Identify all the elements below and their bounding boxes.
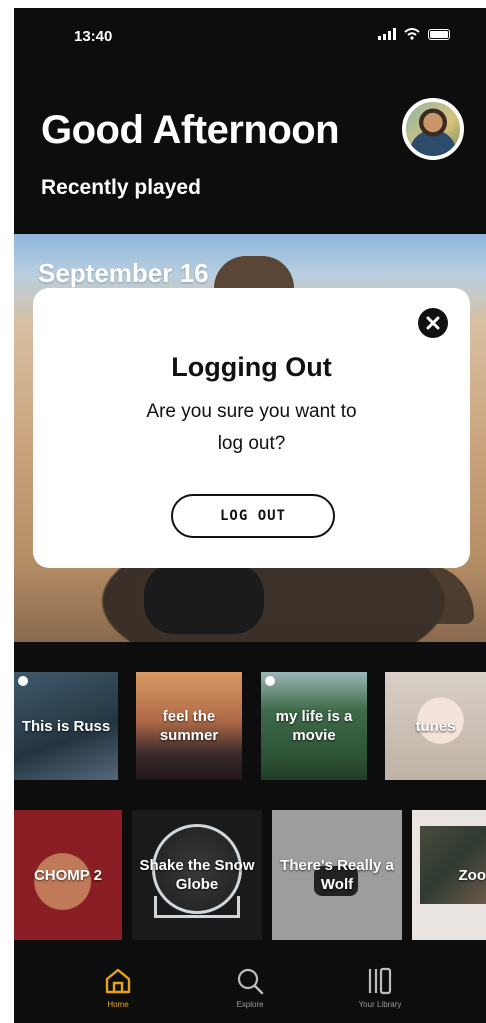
battery-icon	[428, 28, 450, 40]
logout-modal: Logging Out Are you sure you want to log…	[33, 288, 470, 568]
playlist-row-2: CHOMP 2 Shake the Snow Globe There's Rea…	[14, 810, 486, 940]
nav-library[interactable]: Your Library	[340, 966, 420, 1009]
nav-home[interactable]: Home	[78, 966, 158, 1009]
album-tile[interactable]: Zoo	[412, 810, 486, 940]
status-bar: 13:40	[14, 8, 486, 58]
tile-label: Zoo	[458, 866, 486, 884]
tile-label: This is Russ	[21, 717, 111, 735]
logout-button[interactable]: LOG OUT	[171, 494, 335, 538]
nav-explore-label: Explore	[236, 1000, 264, 1009]
playlist-tile[interactable]: tunes	[385, 672, 486, 780]
album-tile[interactable]: Shake the Snow Globe	[132, 810, 262, 940]
tile-label: There's Really a Wolf	[280, 857, 394, 893]
search-icon	[237, 968, 264, 995]
wifi-icon	[404, 28, 420, 40]
nav-explore[interactable]: Explore	[210, 966, 290, 1009]
avatar[interactable]	[402, 98, 464, 160]
tile-label: Shake the Snow Globe	[139, 857, 255, 893]
library-icon	[368, 967, 392, 995]
album-tile[interactable]: CHOMP 2	[14, 810, 122, 940]
home-icon	[105, 968, 131, 994]
playlist-row-1: This is Russ feel the summer my life is …	[14, 672, 486, 780]
close-icon[interactable]	[418, 308, 448, 338]
playlist-tile[interactable]: feel the summer	[136, 672, 242, 780]
hero-legs	[144, 564, 264, 634]
tile-label: feel the summer	[159, 708, 219, 744]
playlist-tile[interactable]: my life is a movie	[261, 672, 367, 780]
bottom-nav: Home Explore Your Library	[14, 944, 486, 1023]
modal-message: Are you sure you want to log out?	[33, 396, 470, 460]
status-icons	[378, 28, 450, 40]
hero-date: September 16	[38, 258, 209, 288]
recently-played-heading: Recently played	[41, 176, 201, 199]
modal-title: Logging Out	[171, 352, 332, 382]
playlist-tile[interactable]: This is Russ	[14, 672, 118, 780]
modal-message-line2: log out?	[217, 433, 286, 454]
nav-library-label: Your Library	[358, 1000, 402, 1009]
signal-icon	[378, 28, 396, 40]
phone-screen: 13:40 Good Afternoon Recently played Sep…	[14, 8, 486, 1023]
modal-message-line1: Are you sure you want to	[146, 401, 357, 422]
tile-label: my life is a movie	[275, 708, 353, 744]
status-time: 13:40	[74, 28, 113, 45]
tile-label: tunes	[415, 717, 456, 735]
album-tile[interactable]: There's Really a Wolf	[272, 810, 402, 940]
tile-label: CHOMP 2	[33, 866, 103, 884]
page-title: Good Afternoon	[41, 108, 340, 152]
nav-home-label: Home	[107, 1000, 129, 1009]
